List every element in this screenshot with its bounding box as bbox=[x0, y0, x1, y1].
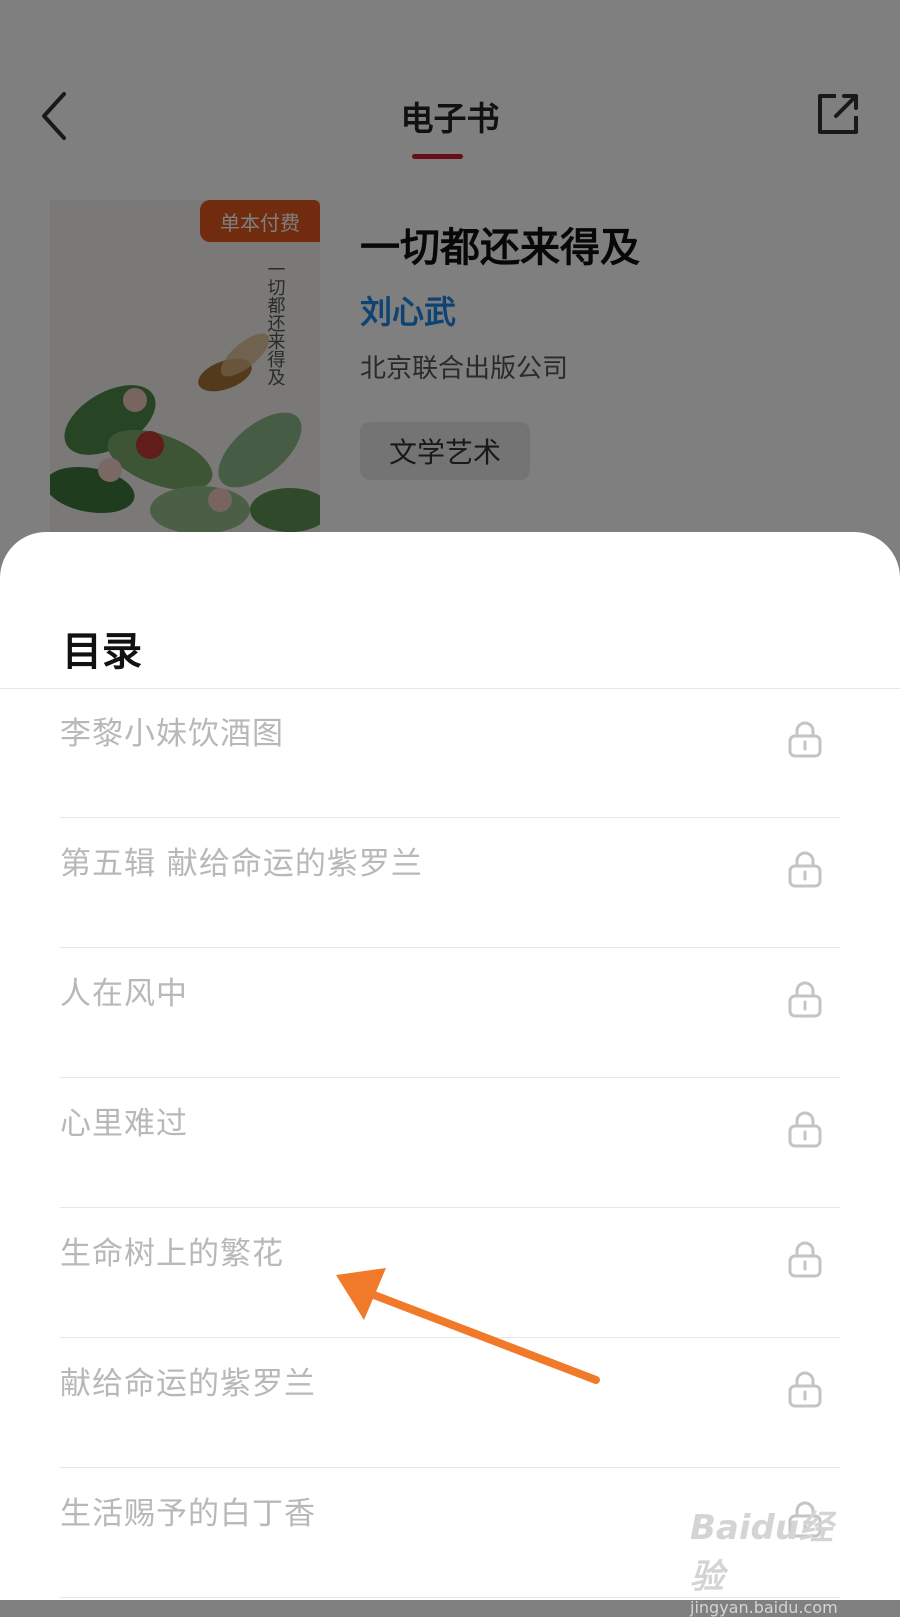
lock-icon bbox=[788, 1111, 822, 1148]
toc-item[interactable]: 人在风中 bbox=[60, 948, 840, 1078]
watermark-url: jingyan.baidu.com bbox=[690, 1598, 838, 1617]
toc-item-label: 李黎小妹饮酒图 bbox=[60, 716, 284, 752]
toc-item[interactable]: 李黎小妹饮酒图 bbox=[60, 688, 840, 818]
lock-icon bbox=[788, 721, 822, 758]
toc-item-label: 生命树上的繁花 bbox=[60, 1236, 284, 1272]
toc-sheet: 目录 李黎小妹饮酒图第五辑 献给命运的紫罗兰 人在风中心里难过生命树上的繁花 献给命… bbox=[0, 532, 900, 1600]
lock-icon bbox=[788, 1371, 822, 1408]
toc-item[interactable]: 第五辑 献给命运的紫罗兰 bbox=[60, 818, 840, 948]
lock-icon bbox=[788, 1241, 822, 1278]
toc-item-label: 生活赐予的白丁香 bbox=[60, 1496, 316, 1532]
toc-item-label: 献给命运的紫罗兰 bbox=[60, 1366, 316, 1402]
toc-item-label: 第五辑 献给命运的紫罗兰 bbox=[60, 846, 423, 882]
lock-icon bbox=[788, 851, 822, 888]
toc-item-label: 人在风中 bbox=[60, 976, 188, 1012]
toc-item[interactable]: 献给命运的紫罗兰 bbox=[60, 1338, 840, 1468]
toc-item[interactable]: 心里难过 bbox=[60, 1078, 840, 1208]
watermark-logo: Baidu经验 bbox=[690, 1508, 834, 1597]
toc-title: 目录 bbox=[62, 629, 142, 675]
lock-icon bbox=[788, 981, 822, 1018]
toc-item-label: 心里难过 bbox=[60, 1106, 188, 1142]
toc-item[interactable]: 生命树上的繁花 bbox=[60, 1208, 840, 1338]
baidu-watermark: Baidu经验 jingyan.baidu.com bbox=[690, 1500, 860, 1617]
